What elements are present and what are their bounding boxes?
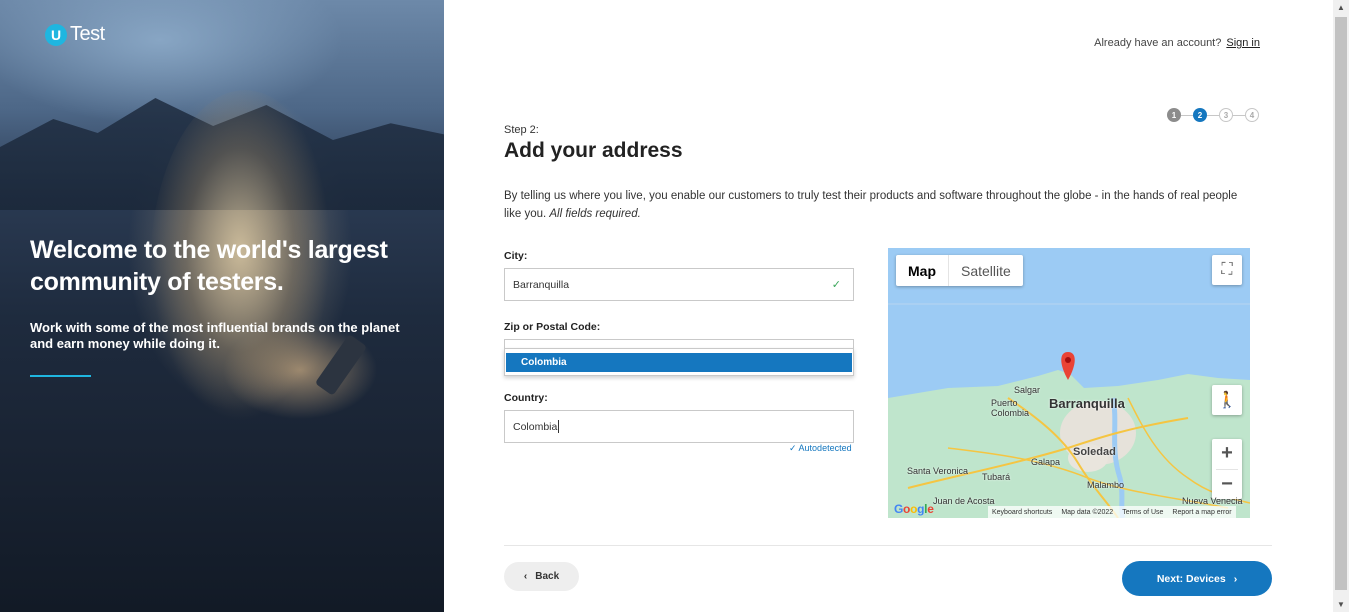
city-value: Barranquilla xyxy=(513,278,570,291)
zoom-out-icon[interactable]: − xyxy=(1212,470,1242,500)
step-3: 3 xyxy=(1219,108,1233,122)
text-caret xyxy=(558,420,560,433)
map-type-toggle: Map Satellite xyxy=(896,255,1023,286)
map-label-nueva-venecia: Nueva Venecia xyxy=(1182,496,1243,506)
next-devices-button[interactable]: Next: Devices › xyxy=(1122,561,1272,596)
page-scrollbar[interactable]: ▲ ▼ xyxy=(1333,0,1349,612)
footer-divider xyxy=(504,545,1272,546)
zip-label: Zip or Postal Code: xyxy=(504,321,601,333)
map-label-santa-veronica: Santa Veronica xyxy=(907,466,969,476)
map-label-barranquilla: Barranquilla xyxy=(1049,396,1125,411)
logo-mark: U xyxy=(45,23,67,46)
back-label: Back xyxy=(535,571,560,582)
chevron-left-icon: ‹ xyxy=(523,571,528,582)
map-marker-dot xyxy=(1065,357,1071,363)
scroll-down-icon[interactable]: ▼ xyxy=(1337,600,1345,609)
keyboard-shortcuts-link[interactable]: Keyboard shortcuts xyxy=(992,509,1052,516)
report-map-error-link[interactable]: Report a map error xyxy=(1172,509,1231,516)
google-logo[interactable]: Google xyxy=(894,502,934,516)
hero-panel: U Test Welcome to the world's largest co… xyxy=(0,0,444,612)
map-tab-satellite[interactable]: Satellite xyxy=(949,255,1023,286)
step-connector xyxy=(1181,114,1193,116)
page-title: Add your address xyxy=(504,139,683,162)
hero-subtitle: Work with some of the most influential b… xyxy=(30,320,400,351)
autocomplete-option[interactable]: Colombia xyxy=(506,353,852,372)
check-icon: ✓ xyxy=(831,279,841,291)
zoom-in-icon[interactable]: + xyxy=(1212,439,1242,469)
country-input[interactable]: Colombia xyxy=(504,410,854,443)
next-label: Next: Devices xyxy=(1156,572,1226,585)
city-label: City: xyxy=(504,250,528,262)
country-autocomplete-dropdown: Colombia xyxy=(504,348,854,376)
utest-logo[interactable]: U Test xyxy=(45,23,105,46)
street-view-pegman-icon[interactable]: 🚶 xyxy=(1212,385,1242,415)
logo-text: Test xyxy=(70,23,105,45)
location-map[interactable]: Map Satellite ⛶ 🚶 + − Barranquilla Salga… xyxy=(888,248,1250,518)
country-value: Colombia xyxy=(513,420,558,433)
progress-stepper: 1 2 3 4 xyxy=(1167,108,1259,122)
autodetected-note: ✓ Autodetected xyxy=(789,443,852,453)
city-input[interactable]: Barranquilla ✓ xyxy=(504,268,854,301)
chevron-right-icon: › xyxy=(1233,572,1238,585)
step-1: 1 xyxy=(1167,108,1181,122)
map-label-salgar: Salgar xyxy=(1014,385,1041,395)
scroll-up-icon[interactable]: ▲ xyxy=(1337,3,1345,12)
back-button[interactable]: ‹ Back xyxy=(504,562,579,591)
hero-title: Welcome to the world's largest community… xyxy=(30,236,388,296)
terms-of-use-link[interactable]: Terms of Use xyxy=(1122,509,1163,516)
step-4: 4 xyxy=(1245,108,1259,122)
map-data-text: Map data ©2022 xyxy=(1061,508,1114,516)
step-connector xyxy=(1207,114,1219,116)
map-canvas xyxy=(888,303,1250,518)
map-label-puerto-colombia: Puerto Colombia xyxy=(991,398,1030,418)
map-footer: Keyboard shortcuts Map data ©2022 Terms … xyxy=(988,506,1236,518)
map-label-tubara: Tubará xyxy=(982,472,1011,482)
step-connector xyxy=(1233,114,1245,116)
zoom-control: + − xyxy=(1212,439,1242,499)
account-prompt-text: Already have an account? xyxy=(1094,37,1222,49)
map-label-galapa: Galapa xyxy=(1031,457,1061,467)
hero-accent-line xyxy=(30,375,91,377)
intro-emphasis: All fields required. xyxy=(549,208,641,220)
scrollbar-thumb[interactable] xyxy=(1335,17,1347,590)
signin-link[interactable]: Sign in xyxy=(1226,37,1260,49)
intro-text: By telling us where you live, you enable… xyxy=(504,187,1244,223)
map-label-soledad: Soledad xyxy=(1073,446,1116,458)
country-label: Country: xyxy=(504,392,548,404)
step-2: 2 xyxy=(1193,108,1207,122)
map-tab-map[interactable]: Map xyxy=(896,255,949,286)
fullscreen-icon[interactable]: ⛶ xyxy=(1212,255,1242,285)
map-label-malambo: Malambo xyxy=(1087,480,1125,490)
map-label-juan-de-acosta: Juan de Acosta xyxy=(933,496,995,506)
signin-prompt: Already have an account? Sign in xyxy=(1094,37,1260,49)
step-label: Step 2: xyxy=(504,124,539,136)
